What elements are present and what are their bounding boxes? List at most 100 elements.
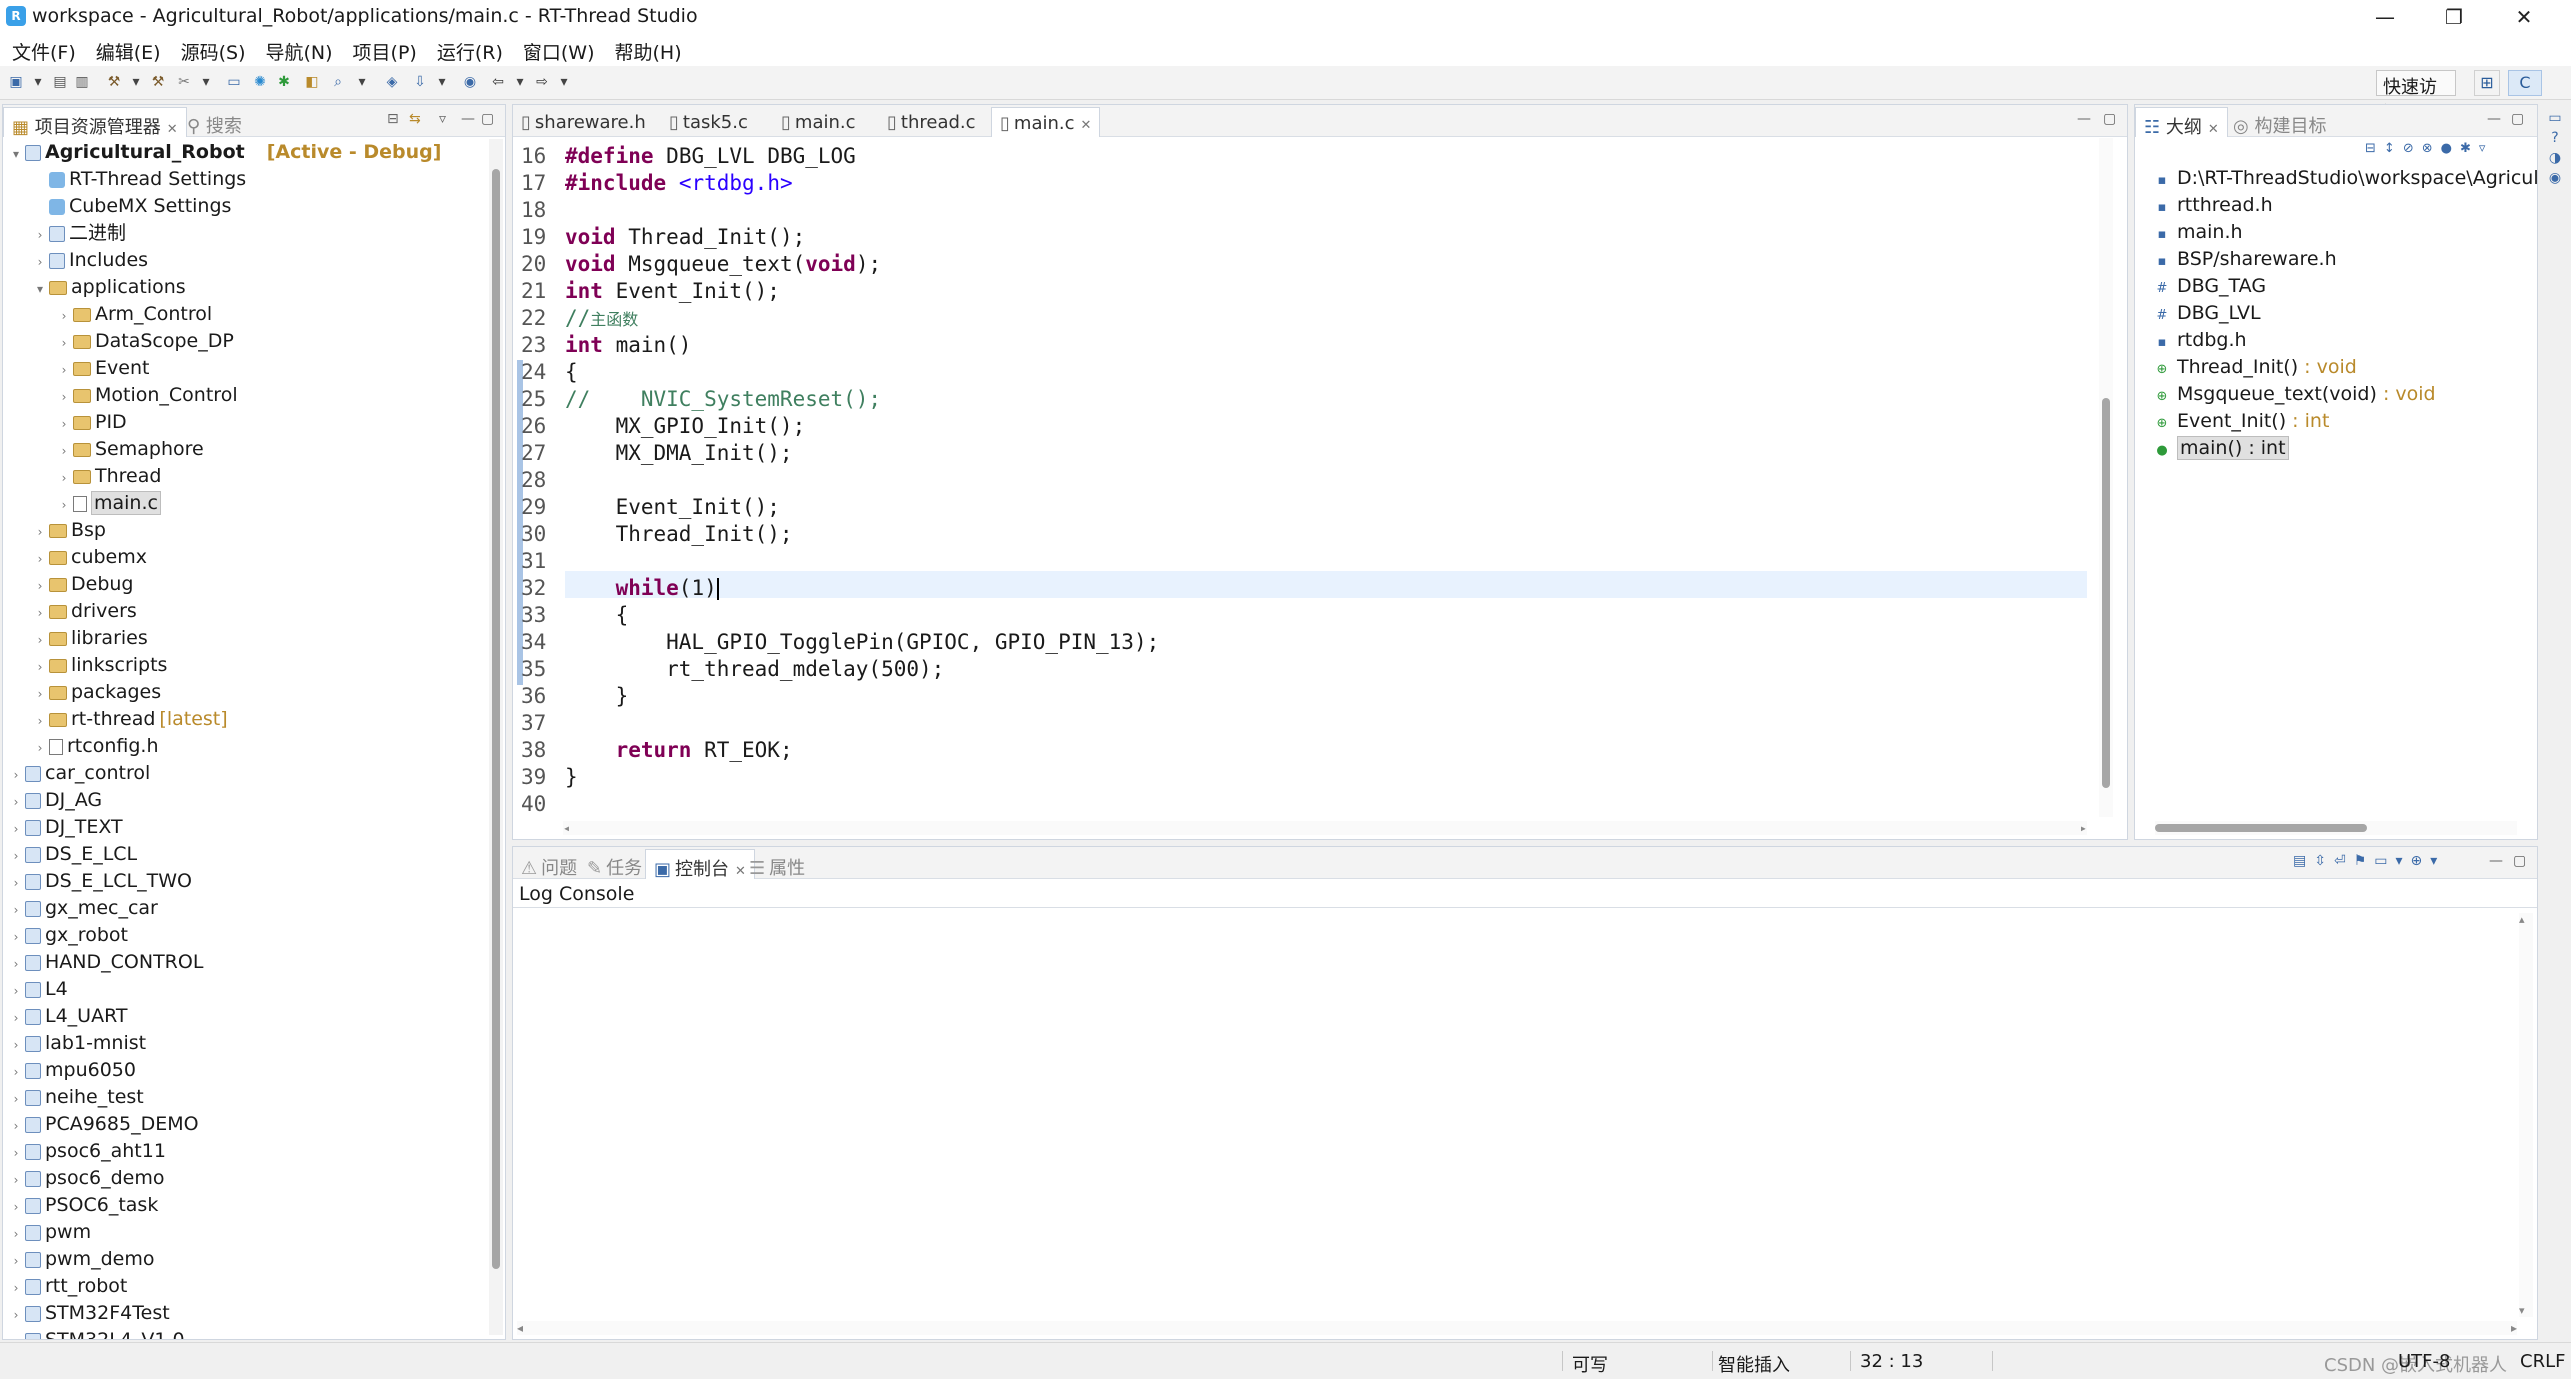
tree-item[interactable]: › neihe_test xyxy=(9,1084,144,1111)
menu-edit[interactable]: 编辑(E) xyxy=(84,34,169,65)
outline-item[interactable]: ▪ main.h xyxy=(2155,219,2243,246)
menu-navigate[interactable]: 导航(N) xyxy=(254,34,341,65)
link-editor-icon[interactable]: ⇆ xyxy=(409,111,421,127)
chevron-right-icon[interactable]: › xyxy=(9,762,23,789)
outline-item[interactable]: ● main() : int xyxy=(2155,435,2289,462)
close-icon[interactable]: ✕ xyxy=(2208,122,2219,137)
tree-item[interactable]: › PID xyxy=(57,409,127,436)
tree-item[interactable]: › DS_E_LCL xyxy=(9,841,138,868)
tree-item[interactable]: › PSOC6_task xyxy=(9,1192,159,1221)
menu-window[interactable]: 窗口(W) xyxy=(511,34,603,65)
open-folder-icon[interactable]: ◧ xyxy=(304,74,320,90)
chevron-right-icon[interactable]: › xyxy=(33,546,47,573)
tree-item[interactable]: › car_control xyxy=(9,760,151,789)
chevron-right-icon[interactable]: › xyxy=(9,924,23,951)
save-icon[interactable]: ▤ xyxy=(52,74,68,90)
collapse-all-icon[interactable]: ⊟ xyxy=(2365,141,2384,156)
chevron-right-icon[interactable]: › xyxy=(9,1194,23,1221)
close-button[interactable]: ✕ xyxy=(2494,0,2554,34)
scroll-lock-icon[interactable]: ⇳ xyxy=(2314,853,2334,869)
tree-item[interactable]: › psoc6_aht11 xyxy=(9,1138,166,1165)
chevron-right-icon[interactable]: › xyxy=(9,1329,23,1339)
chevron-right-icon[interactable]: › xyxy=(9,1113,23,1140)
hide-nonpublic-icon[interactable]: ● xyxy=(2441,141,2460,156)
chevron-right-icon[interactable]: › xyxy=(33,519,47,546)
chevron-right-icon[interactable]: › xyxy=(9,951,23,978)
tree-item[interactable]: › Bsp xyxy=(33,517,106,544)
search-icon[interactable]: ⌕ xyxy=(330,74,346,90)
view-menu-icon[interactable]: ▿ xyxy=(439,111,446,127)
build-dropdown-icon[interactable]: ▾ xyxy=(128,74,144,90)
display-console-icon[interactable]: ▭ xyxy=(2374,853,2395,869)
tree-item[interactable]: › pwm_demo xyxy=(9,1246,155,1273)
chevron-right-icon[interactable]: › xyxy=(57,357,71,384)
outline-item[interactable]: # DBG_TAG xyxy=(2155,273,2267,300)
open-console-dropdown-icon[interactable]: ▾ xyxy=(2430,853,2445,869)
maximize-view-icon[interactable]: ▢ xyxy=(2513,853,2526,869)
chevron-right-icon[interactable]: › xyxy=(33,735,47,762)
minimize-view-icon[interactable]: — xyxy=(2487,111,2501,127)
tree-item[interactable]: › rtt_robot xyxy=(9,1273,128,1302)
editor-tab[interactable]: ▯ main.c ✕ xyxy=(991,107,1101,137)
tree-item[interactable]: › cubemx xyxy=(33,544,147,571)
chevron-right-icon[interactable]: › xyxy=(9,1248,23,1275)
scroll-down-icon[interactable]: ▾ xyxy=(2519,1304,2525,1317)
restore-button[interactable]: ❐ xyxy=(2424,0,2484,34)
tree-item[interactable]: › L4_UART xyxy=(9,1003,128,1030)
scroll-left-icon[interactable]: ◂ xyxy=(563,821,570,835)
editor-tab[interactable]: ▯ task5.c xyxy=(661,107,756,137)
console-vscrollbar[interactable]: ▴ ▾ xyxy=(2519,913,2533,1317)
menu-project[interactable]: 项目(P) xyxy=(341,34,425,65)
bottom-tab[interactable]: ▣ 控制台 ✕ xyxy=(645,849,755,880)
bottom-tab[interactable]: ☰ 属性 xyxy=(741,849,813,879)
save-all-icon[interactable]: ▥ xyxy=(74,74,90,90)
outline-item[interactable]: ⊕ Msgqueue_text(void) : void xyxy=(2155,381,2436,408)
editor-tab[interactable]: ▯ main.c xyxy=(773,107,864,137)
tree-item[interactable]: › main.c xyxy=(57,490,161,517)
tree-item[interactable]: › psoc6_demo xyxy=(9,1165,165,1192)
tree-item[interactable]: › Debug xyxy=(33,571,134,598)
minimize-button[interactable]: — xyxy=(2355,0,2415,34)
word-wrap-icon[interactable]: ⏎ xyxy=(2334,853,2354,869)
build-icon[interactable]: ⚒ xyxy=(106,74,122,90)
tree-item[interactable]: ▾ applications xyxy=(33,274,186,301)
scroll-right-icon[interactable]: ▸ xyxy=(2511,1321,2517,1335)
chevron-right-icon[interactable]: › xyxy=(9,1086,23,1113)
menu-source[interactable]: 源码(S) xyxy=(169,34,254,65)
tree-item[interactable]: › mpu6050 xyxy=(9,1057,136,1084)
tree-item[interactable]: › L4 xyxy=(9,976,68,1003)
minimize-editor-icon[interactable]: — xyxy=(2077,111,2091,127)
chevron-right-icon[interactable]: › xyxy=(33,681,47,708)
chevron-right-icon[interactable]: › xyxy=(9,1275,23,1302)
outline-item[interactable]: ⊕ Event_Init() : int xyxy=(2155,408,2330,435)
chevron-right-icon[interactable]: › xyxy=(9,1167,23,1194)
menu-file[interactable]: 文件(F) xyxy=(0,34,84,65)
scroll-right-icon[interactable]: ▸ xyxy=(2080,821,2087,835)
scrollbar-thumb[interactable] xyxy=(492,169,500,1269)
open-console-icon[interactable]: ⊕ xyxy=(2411,853,2431,869)
flash-dropdown-icon[interactable]: ▾ xyxy=(434,74,450,90)
terminal-icon[interactable]: ◈ xyxy=(384,74,400,90)
chevron-right-icon[interactable]: › xyxy=(9,978,23,1005)
tree-item[interactable]: › lab1-mnist xyxy=(9,1030,147,1057)
scroll-up-icon[interactable]: ▴ xyxy=(2519,913,2525,926)
clean-icon[interactable]: ⚒ xyxy=(150,74,166,90)
help-icon[interactable]: ? xyxy=(2544,128,2566,148)
chevron-right-icon[interactable]: › xyxy=(57,438,71,465)
tree-item[interactable]: RT-Thread Settings xyxy=(33,166,246,193)
forward-icon[interactable]: ⇨ xyxy=(534,74,550,90)
rebuild-dropdown-icon[interactable]: ▾ xyxy=(198,74,214,90)
tree-item[interactable]: ▾ Agricultural_Robot [Active - Debug] xyxy=(9,139,441,166)
minimize-view-icon[interactable]: — xyxy=(2489,853,2503,869)
chevron-right-icon[interactable]: › xyxy=(33,249,47,276)
search-dropdown-icon[interactable]: ▾ xyxy=(354,74,370,90)
maximize-view-icon[interactable]: ▢ xyxy=(2511,111,2524,127)
tree-item[interactable]: › rt-thread [latest] xyxy=(33,706,228,733)
package-icon[interactable]: ◉ xyxy=(462,74,478,90)
rebuild-icon[interactable]: ✂ xyxy=(176,74,192,90)
tree-item[interactable]: › Event xyxy=(57,355,150,384)
back-dropdown-icon[interactable]: ▾ xyxy=(512,74,528,90)
tree-item[interactable]: › STM32F4Test xyxy=(9,1300,170,1327)
scrollbar-thumb[interactable] xyxy=(2155,824,2367,832)
tab-project-explorer[interactable]: ▦ 项目资源管理器 ✕ xyxy=(3,107,187,138)
